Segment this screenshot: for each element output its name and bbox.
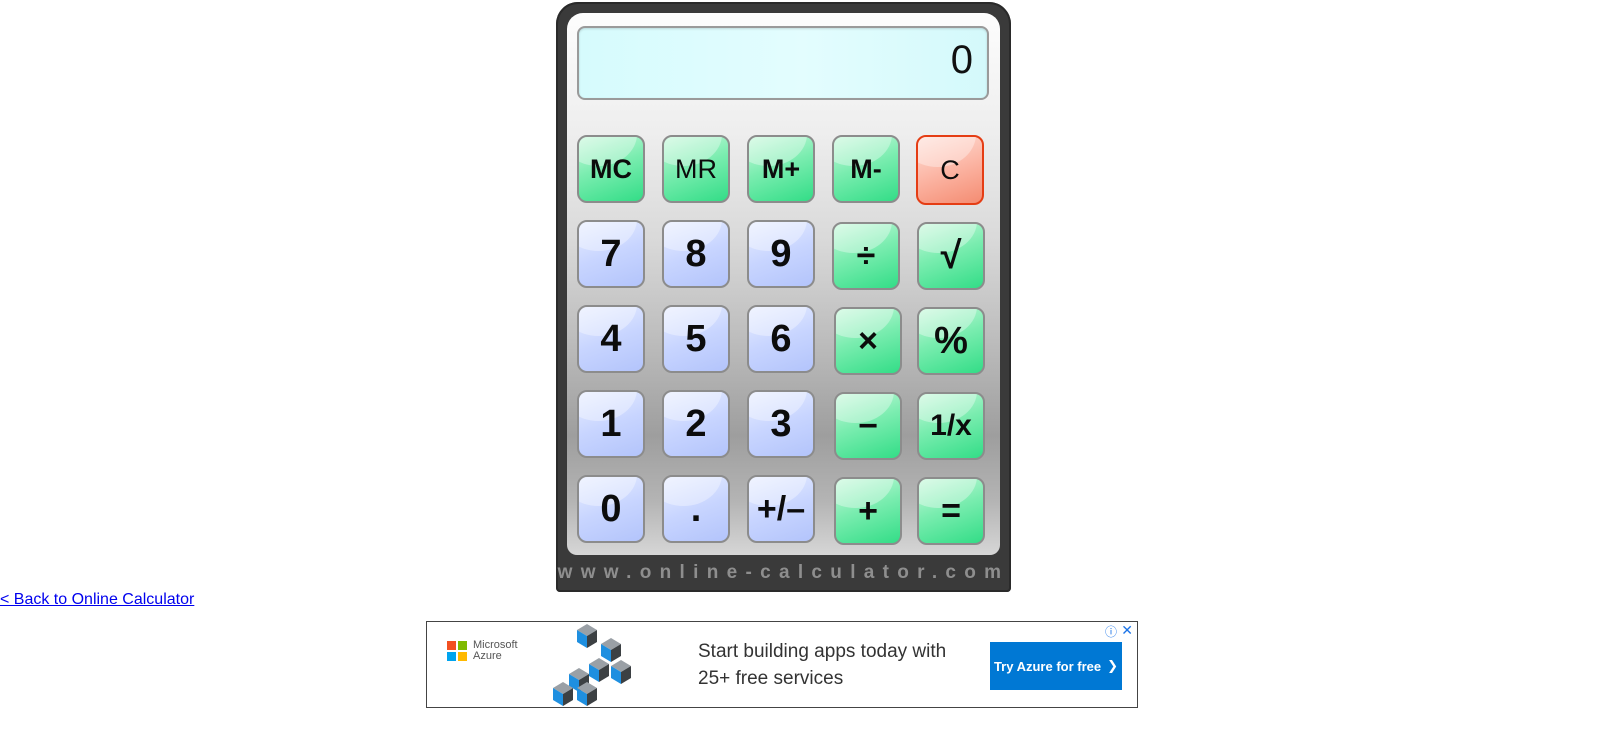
key-label: 7 <box>600 232 622 275</box>
digit-4-button[interactable]: 4 <box>577 305 645 373</box>
ad-logo-line2: Azure <box>473 650 502 662</box>
digit-7-button[interactable]: 7 <box>577 220 645 288</box>
digit-0-button[interactable]: 0 <box>577 475 645 543</box>
subtract-button[interactable]: − <box>834 392 902 460</box>
key-label: 0 <box>600 487 622 530</box>
key-label: 2 <box>685 402 707 445</box>
memory-clear-button[interactable]: MC <box>577 135 645 203</box>
key-label: 6 <box>770 317 792 360</box>
calculator: 0 MC MR M+ M- C 7 8 9 ÷ √ 4 5 6 × % 1 2 … <box>556 2 1011 592</box>
multiply-button[interactable]: × <box>834 307 902 375</box>
key-label: +/– <box>756 489 806 528</box>
divide-button[interactable]: ÷ <box>832 222 900 290</box>
key-label: C <box>940 154 960 185</box>
reciprocal-button[interactable]: 1/x <box>917 392 985 460</box>
key-label: M- <box>850 153 882 184</box>
digit-3-button[interactable]: 3 <box>747 390 815 458</box>
keypad: MC MR M+ M- C 7 8 9 ÷ √ 4 5 6 × % 1 2 3 … <box>577 135 992 550</box>
square-root-button[interactable]: √ <box>917 222 985 290</box>
decimal-point-button[interactable]: . <box>662 475 730 543</box>
key-label: × <box>858 321 878 360</box>
key-label: = <box>941 491 961 530</box>
key-label: 5 <box>685 317 707 360</box>
ad-cta-label: Try Azure for free <box>993 658 1102 674</box>
digit-1-button[interactable]: 1 <box>577 390 645 458</box>
key-label: ÷ <box>856 236 876 275</box>
key-label: − <box>858 406 878 445</box>
digit-9-button[interactable]: 9 <box>747 220 815 288</box>
calculator-display: 0 <box>577 26 989 100</box>
ad-banner[interactable]: Microsoft Azure Start building apps toda… <box>426 621 1138 708</box>
key-label: MC <box>590 153 632 184</box>
info-icon[interactable]: ⓘ <box>1105 623 1117 640</box>
digit-2-button[interactable]: 2 <box>662 390 730 458</box>
ad-logo-text: Microsoft Azure <box>473 640 518 662</box>
key-label: 9 <box>770 232 792 275</box>
cubes-illustration-icon <box>553 624 631 706</box>
key-label: + <box>858 491 878 530</box>
clear-button[interactable]: C <box>916 135 984 205</box>
digit-5-button[interactable]: 5 <box>662 305 730 373</box>
equals-button[interactable]: = <box>917 477 985 545</box>
digit-6-button[interactable]: 6 <box>747 305 815 373</box>
memory-recall-button[interactable]: MR <box>662 135 730 203</box>
plus-minus-button[interactable]: +/– <box>747 475 815 543</box>
key-label: 4 <box>600 317 622 360</box>
key-label: % <box>934 319 968 362</box>
memory-subtract-button[interactable]: M- <box>832 135 900 203</box>
chevron-right-icon: ❯ <box>1107 658 1119 673</box>
digit-8-button[interactable]: 8 <box>662 220 730 288</box>
key-label: . <box>690 487 702 530</box>
key-label: 8 <box>685 232 707 275</box>
memory-add-button[interactable]: M+ <box>747 135 815 203</box>
calculator-face: 0 MC MR M+ M- C 7 8 9 ÷ √ 4 5 6 × % 1 2 … <box>567 13 1000 555</box>
back-to-calculator-link[interactable]: < Back to Online Calculator <box>0 591 194 609</box>
brand-url: www.online-calculator.com <box>557 562 1010 583</box>
ad-headline: Start building apps today with 25+ free … <box>698 641 947 689</box>
key-label: MR <box>675 153 717 184</box>
key-label: M+ <box>761 153 801 184</box>
key-label: 1 <box>600 402 622 445</box>
try-azure-button[interactable]: Try Azure for free ❯ <box>990 642 1122 690</box>
key-label: 1/x <box>930 409 972 442</box>
key-label: √ <box>940 234 962 277</box>
percent-button[interactable]: % <box>917 307 985 375</box>
microsoft-logo-icon <box>447 641 467 661</box>
display-value: 0 <box>950 38 973 82</box>
close-icon[interactable]: ✕ <box>1121 622 1133 639</box>
add-button[interactable]: + <box>834 477 902 545</box>
key-label: 3 <box>770 402 792 445</box>
